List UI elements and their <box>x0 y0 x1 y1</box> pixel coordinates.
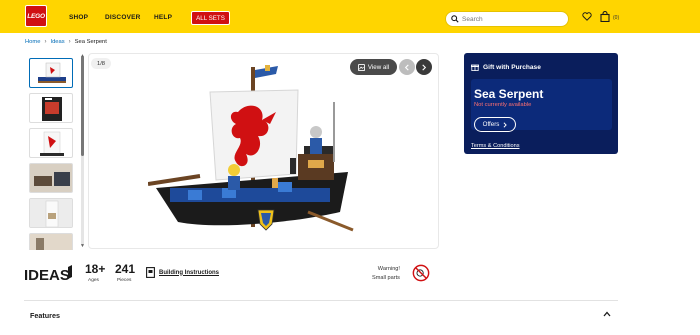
chevron-left-icon <box>404 63 409 71</box>
bag-count: (0) <box>613 15 620 21</box>
shopping-bag-icon[interactable] <box>600 11 610 22</box>
thumbnail-box-image <box>42 97 62 121</box>
thumbnail-2[interactable] <box>29 93 73 123</box>
chevron-right-icon: › <box>68 39 71 45</box>
pieces-value: 241 <box>115 262 136 276</box>
chevron-right-icon: › <box>44 39 47 45</box>
image-counter: 1/8 <box>91 58 111 69</box>
search-input[interactable] <box>462 15 562 23</box>
breadcrumb: Home › Ideas › Sea Serpent <box>25 39 107 45</box>
thumbnail-scrollbar[interactable] <box>81 56 84 246</box>
thumbnail-5[interactable] <box>29 198 73 228</box>
thumbnail-ship-image <box>38 62 66 83</box>
wishlist-heart-icon[interactable] <box>582 12 592 21</box>
thumbnail-3[interactable] <box>29 128 73 158</box>
choking-hazard-icon <box>412 264 430 282</box>
age-value: 18+ <box>85 262 106 276</box>
scroll-up-icon[interactable]: ▲ <box>80 53 85 59</box>
thumbnail-4[interactable] <box>29 163 73 193</box>
building-instructions-link[interactable]: Building Instructions <box>146 267 219 278</box>
ideas-logo-text: IDEAS <box>24 267 70 284</box>
breadcrumb-home[interactable]: Home <box>25 39 40 45</box>
search-icon <box>451 15 459 23</box>
building-instructions-label: Building Instructions <box>159 269 219 276</box>
breadcrumb-current: Sea Serpent <box>74 39 107 45</box>
offers-label: Offers <box>482 121 500 128</box>
thumbnail-room-image <box>30 199 72 227</box>
warning-text: Small parts <box>372 275 400 281</box>
previous-image-button[interactable] <box>399 59 415 75</box>
thumbnail-6[interactable] <box>29 233 73 250</box>
thumbnail-shelf-image <box>30 234 72 250</box>
chevron-up-icon[interactable] <box>603 311 611 317</box>
thumbnail-list <box>25 53 86 250</box>
chevron-right-icon <box>422 63 427 71</box>
section-divider <box>24 300 618 301</box>
gift-label: Gift with Purchase <box>483 63 541 71</box>
small-parts-warning: Warning! Small parts <box>372 265 400 283</box>
scrollbar-thumb[interactable] <box>81 56 84 156</box>
scroll-down-icon[interactable]: ▼ <box>80 243 85 249</box>
logo-text: LEGO <box>27 12 45 20</box>
sea-serpent-ship-image <box>148 65 354 232</box>
gallery-icon <box>357 63 365 71</box>
view-all-label: View all <box>367 63 390 71</box>
next-image-button[interactable] <box>416 59 432 75</box>
features-section-header[interactable]: Features <box>30 311 60 320</box>
thumbnail-1[interactable] <box>29 58 73 88</box>
availability-status: Not currently available <box>474 102 532 108</box>
warning-title: Warning! <box>377 266 400 272</box>
offers-button[interactable]: Offers <box>474 117 516 132</box>
gift-with-purchase-header[interactable]: Gift with Purchase <box>471 63 541 71</box>
lego-logo[interactable]: LEGO <box>25 5 47 27</box>
nav-shop[interactable]: SHOP <box>69 14 88 21</box>
terms-and-conditions-link[interactable]: Terms & Conditions <box>471 143 520 149</box>
thumbnail-scene-image <box>30 164 72 192</box>
instructions-book-icon <box>146 267 155 278</box>
search-bar[interactable] <box>445 11 569 27</box>
nav-help[interactable]: HELP <box>154 14 172 21</box>
product-title: Sea Serpent <box>474 87 544 101</box>
all-sets-button[interactable]: ALL SETS <box>191 11 230 25</box>
age-label: Ages <box>88 278 99 283</box>
gift-icon <box>471 64 479 71</box>
thumbnail-sail-image <box>40 131 64 156</box>
pieces-label: Pieces <box>117 278 132 283</box>
chevron-right-icon <box>503 121 508 128</box>
breadcrumb-ideas[interactable]: Ideas <box>50 39 64 45</box>
top-navigation-bar: LEGO SHOP DISCOVER HELP ALL SETS (0) <box>0 0 700 33</box>
lego-ideas-logo: IDEAS <box>24 263 76 290</box>
nav-discover[interactable]: DISCOVER <box>105 14 141 21</box>
